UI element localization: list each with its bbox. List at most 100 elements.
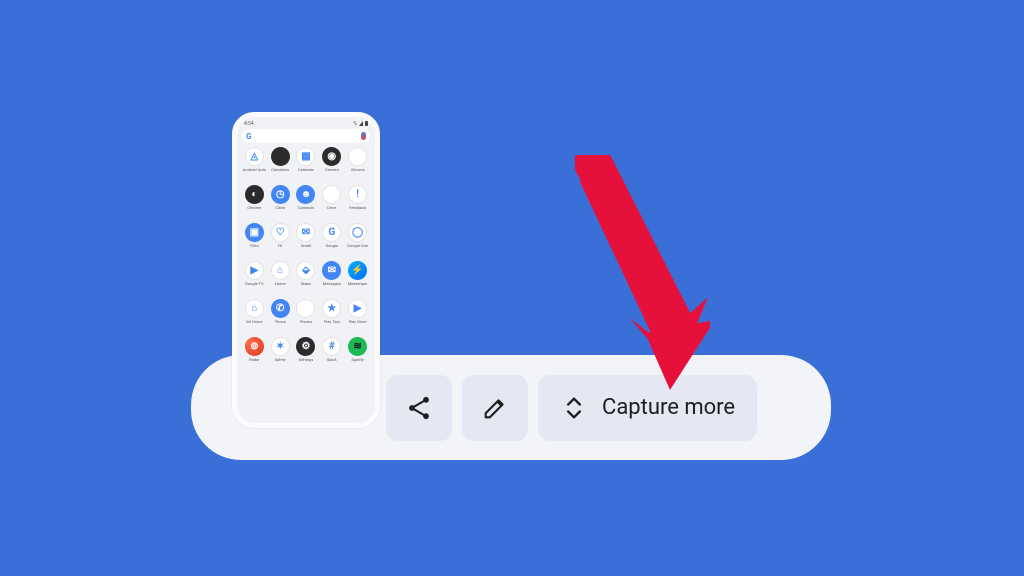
app-icon: ◎	[348, 147, 367, 166]
app-icon: ⬙	[296, 261, 315, 280]
app-icon: ▶	[348, 299, 367, 318]
share-button[interactable]	[386, 375, 452, 441]
app-label: Clock	[275, 206, 285, 210]
app-photos[interactable]: ✿Photos	[294, 299, 319, 335]
app-icon: G	[322, 223, 341, 242]
app-home[interactable]: ⌂Home	[268, 261, 293, 297]
app-icon: ⚡	[348, 261, 367, 280]
app-icon: △	[322, 185, 341, 204]
app-icon: ≋	[348, 337, 367, 356]
app-label: Messenger	[348, 282, 368, 286]
app-grid: ◬ Android Auto Calculator ▦ Calendar ◉ Camera ◎…	[242, 147, 370, 417]
app-label: Gmail	[301, 244, 311, 248]
app-icon: ◉	[322, 147, 341, 166]
app-icon: ✿	[296, 299, 315, 318]
search-bar[interactable]: G	[242, 129, 370, 143]
app-label: Home	[275, 282, 286, 286]
app-feedback[interactable]: ! Feedback	[345, 185, 370, 221]
app-label: MI Home	[246, 320, 262, 324]
app-icon: ⌂	[245, 299, 264, 318]
app-label: Play Store	[349, 320, 367, 324]
app-label: Calendar	[298, 168, 314, 172]
app-icon: ✉	[322, 261, 341, 280]
illustration-stage: Capture more 4:54 % G ◬ Android Auto Calcu…	[0, 0, 1024, 576]
status-bar: 4:54 %	[242, 121, 370, 129]
app-camera[interactable]: ◉ Camera	[319, 147, 344, 183]
app-label: Android Auto	[243, 168, 266, 172]
app-label: Messages	[323, 282, 341, 286]
app-label: Google TV	[245, 282, 264, 286]
expand-vertical-icon	[560, 394, 588, 422]
app-label: Settings	[299, 358, 314, 362]
app-icon: ☻	[296, 185, 315, 204]
app-icon: ✆	[271, 299, 290, 318]
app-icon: ♡	[271, 223, 290, 242]
mic-icon	[361, 132, 366, 140]
app-label: Google One	[347, 244, 368, 248]
app-label: Fit	[278, 244, 283, 248]
app-maps[interactable]: ⬙ Maps	[294, 261, 319, 297]
app-radar[interactable]: ⊚Radar	[242, 337, 267, 373]
app-files[interactable]: ▣Files	[242, 223, 267, 259]
app-label: Feedback	[349, 206, 366, 210]
app-label: Radar	[249, 358, 259, 362]
app-chrome[interactable]: ◐Chrome	[242, 185, 267, 221]
app-icon: #	[322, 337, 341, 356]
app-label: Chrome	[351, 168, 365, 172]
app-icon	[271, 147, 290, 166]
app-messages[interactable]: ✉ Messages	[319, 261, 344, 297]
app-icon: ◬	[245, 147, 264, 166]
battery-percent-icon: %	[353, 121, 357, 127]
app-label: Camera	[325, 168, 339, 172]
app-spotify[interactable]: ≋ Spotify	[345, 337, 370, 373]
app-label: Google	[325, 244, 338, 248]
capture-more-button[interactable]: Capture more	[538, 375, 757, 441]
status-icons: %	[353, 121, 368, 127]
app-icon: ⚙	[296, 337, 315, 356]
app-android-auto[interactable]: ◬ Android Auto	[242, 147, 267, 183]
app-play-tips[interactable]: ★ Play Tips	[319, 299, 344, 335]
app-calendar[interactable]: ▦ Calendar	[294, 147, 319, 183]
app-icon: ▶	[245, 261, 264, 280]
app-google-one[interactable]: ◯ Google One	[345, 223, 370, 259]
app-drive[interactable]: △ Drive	[319, 185, 344, 221]
app-label: Slack	[327, 358, 337, 362]
share-icon	[405, 394, 433, 422]
app-label: Safety	[275, 358, 286, 362]
app-phone[interactable]: ✆Phone	[268, 299, 293, 335]
app-label: Maps	[301, 282, 311, 286]
app-icon: ▣	[245, 223, 264, 242]
app-icon: ◯	[348, 223, 367, 242]
app-messenger[interactable]: ⚡ Messenger	[345, 261, 370, 297]
google-logo-icon: G	[246, 132, 251, 141]
app-icon: ✉	[296, 223, 315, 242]
app-label: Drive	[327, 206, 336, 210]
app-safety[interactable]: ✶ Safety	[268, 337, 293, 373]
app-chrome[interactable]: ◎ Chrome	[345, 147, 370, 183]
app-icon: ▦	[296, 147, 315, 166]
phone-preview: 4:54 % G ◬ Android Auto Calculator ▦ Calenda…	[232, 112, 380, 428]
app-clock[interactable]: ◷ Clock	[268, 185, 293, 221]
pencil-icon	[481, 394, 509, 422]
app-calculator[interactable]: Calculator	[268, 147, 293, 183]
app-icon: ✶	[271, 337, 290, 356]
app-play-store[interactable]: ▶ Play Store	[345, 299, 370, 335]
app-mi-home[interactable]: ⌂ MI Home	[242, 299, 267, 335]
status-time: 4:54	[244, 121, 254, 127]
app-google-tv[interactable]: ▶ Google TV	[242, 261, 267, 297]
app-gmail[interactable]: ✉ Gmail	[294, 223, 319, 259]
app-label: Calculator	[271, 168, 289, 172]
app-label: Chrome	[247, 206, 261, 210]
app-fit[interactable]: ♡ Fit	[268, 223, 293, 259]
edit-button[interactable]	[462, 375, 528, 441]
app-icon: ★	[322, 299, 341, 318]
app-settings[interactable]: ⚙ Settings	[294, 337, 319, 373]
app-icon: ◷	[271, 185, 290, 204]
app-contacts[interactable]: ☻Contacts	[294, 185, 319, 221]
app-label: Spotify	[351, 358, 363, 362]
app-google[interactable]: G Google	[319, 223, 344, 259]
app-slack[interactable]: # Slack	[319, 337, 344, 373]
app-label: Play Tips	[324, 320, 340, 324]
signal-icon	[359, 121, 363, 126]
app-icon: !	[348, 185, 367, 204]
